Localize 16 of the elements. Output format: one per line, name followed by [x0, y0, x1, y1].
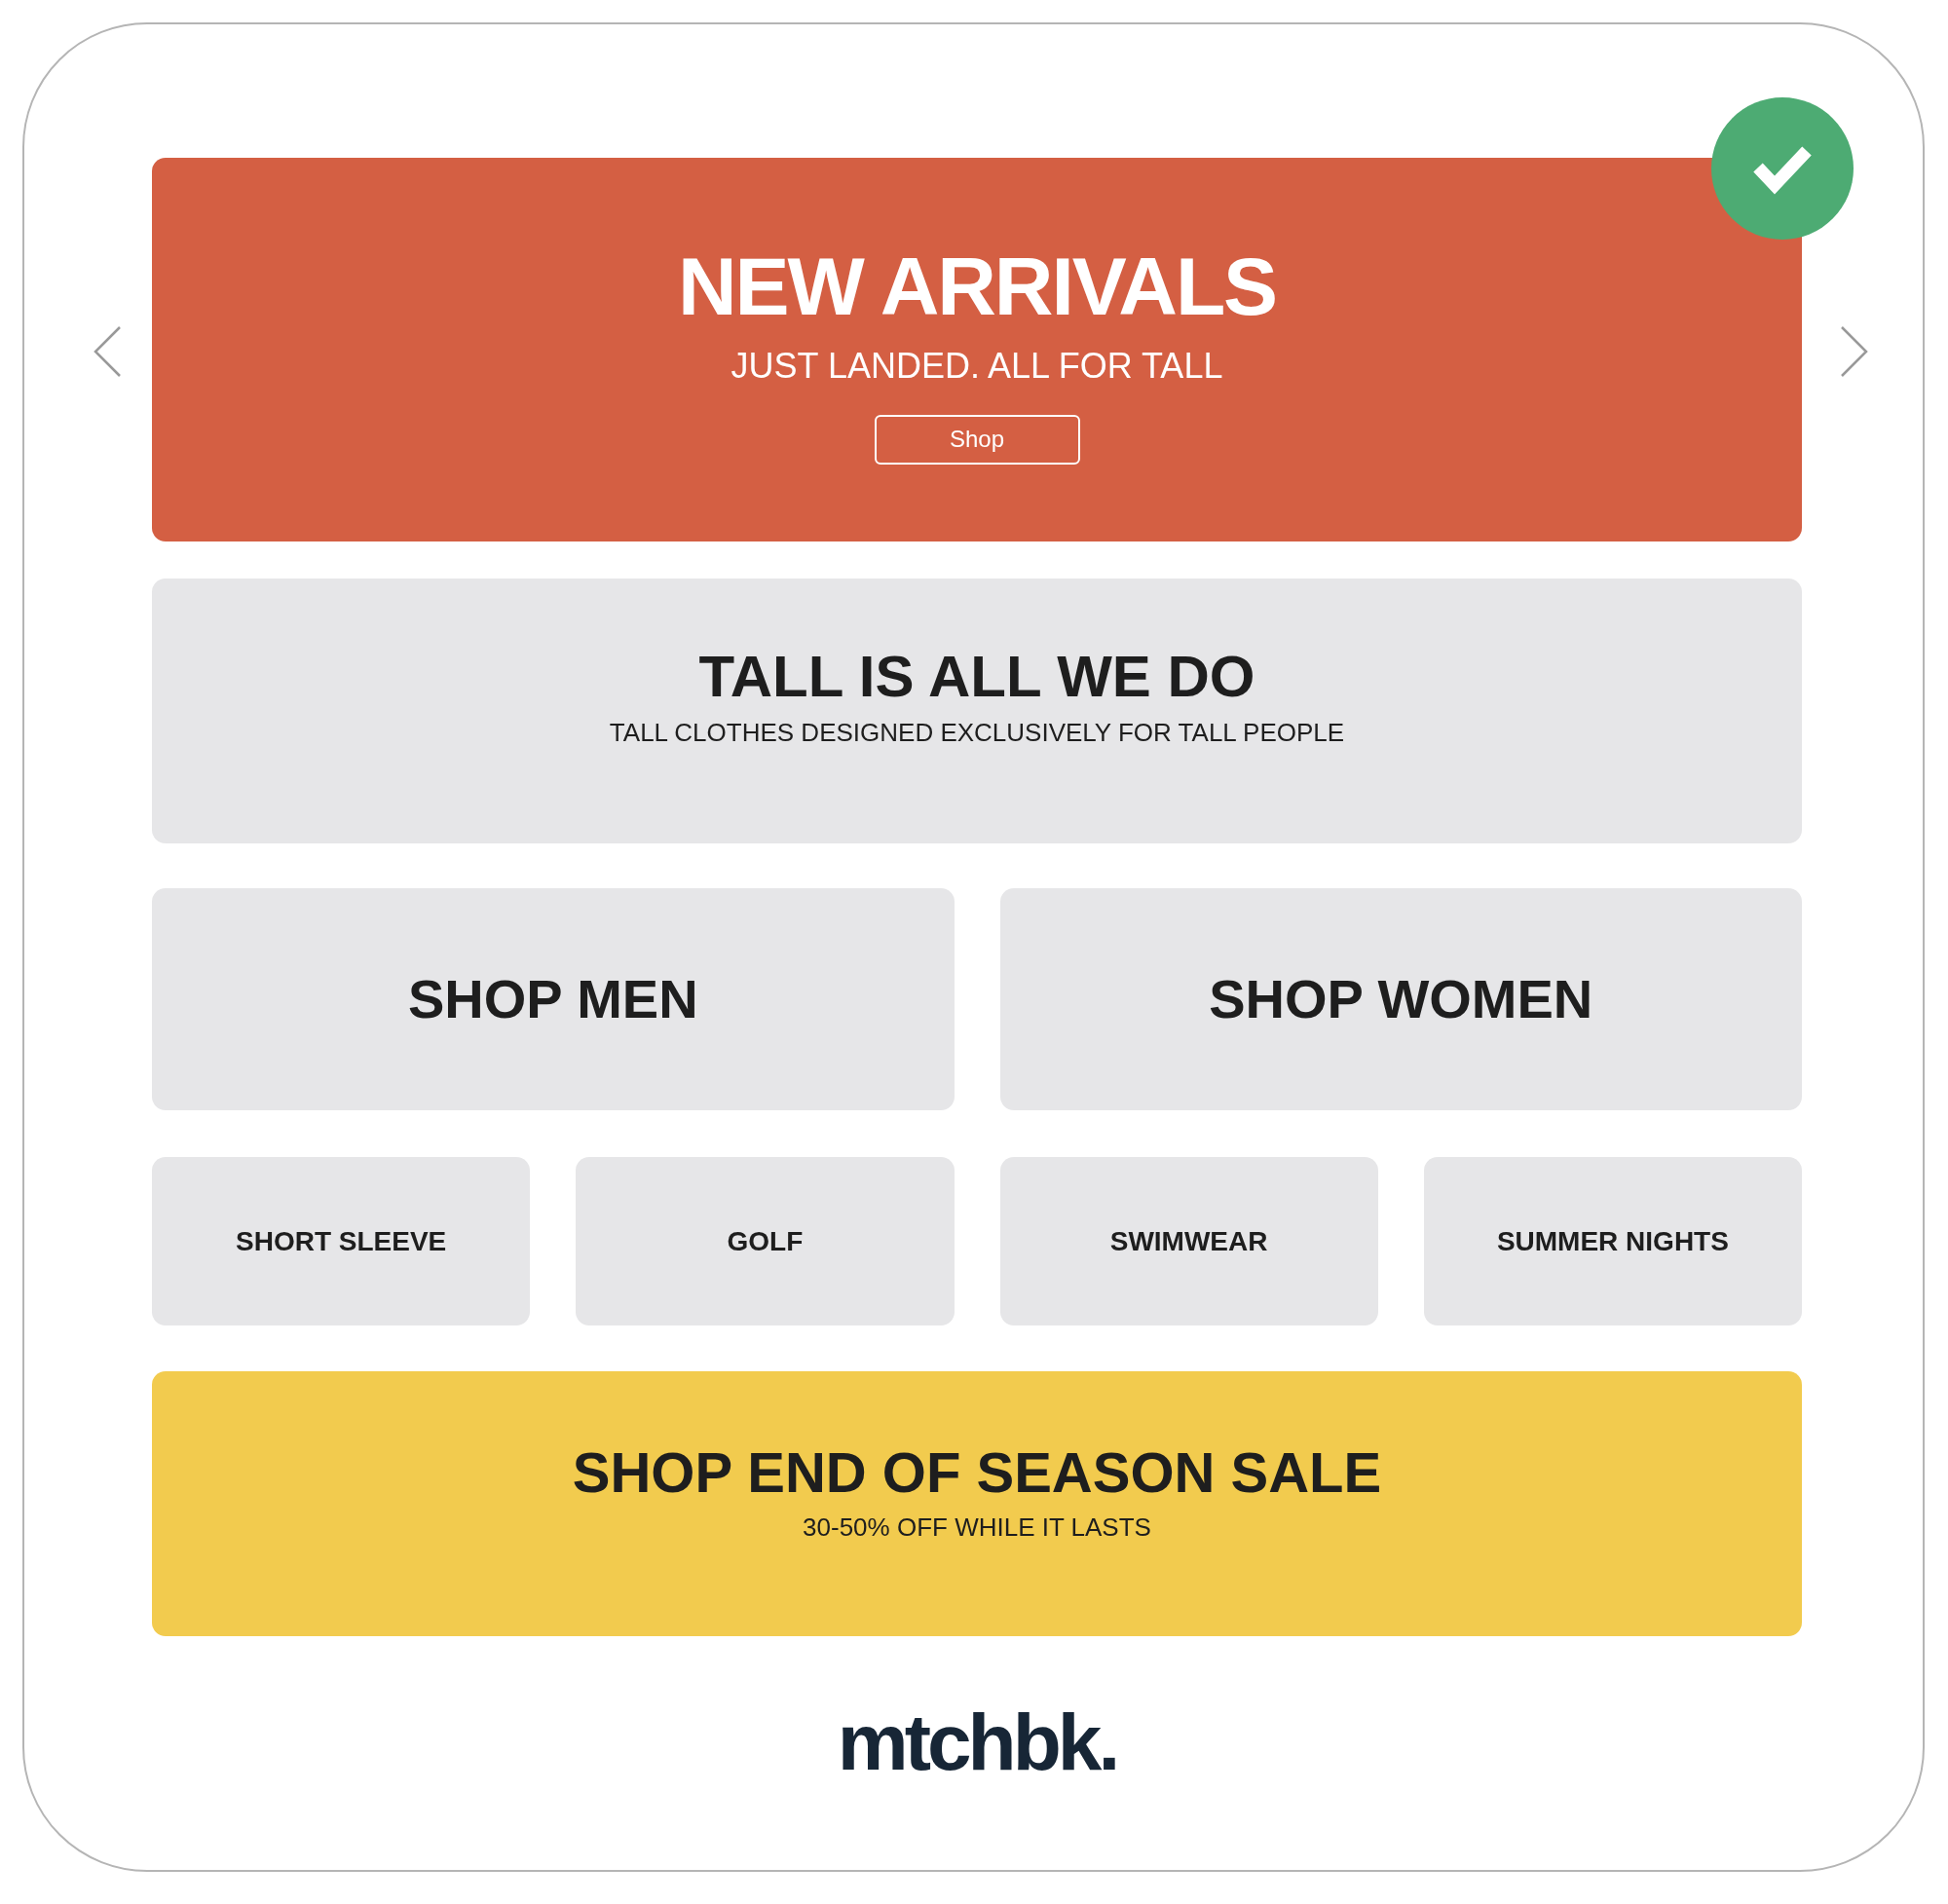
check-badge-icon — [1711, 97, 1854, 240]
hero-subtitle: JUST LANDED. ALL FOR TALL — [730, 348, 1223, 384]
category-link[interactable]: SHORT SLEEVE — [152, 1157, 531, 1325]
department-link[interactable]: SHOP MEN — [152, 888, 955, 1110]
brand-logo: mtchbk. — [837, 1702, 1117, 1782]
sale-subtitle: 30-50% OFF WHILE IT LASTS — [803, 1514, 1151, 1540]
category-link[interactable]: GOLF — [576, 1157, 955, 1325]
hero-title: NEW ARRIVALS — [677, 244, 1277, 327]
sale-title: SHOP END OF SEASON SALE — [572, 1444, 1382, 1501]
sale-banner[interactable]: SHOP END OF SEASON SALE 30-50% OFF WHILE IT LASTS — [152, 1371, 1802, 1636]
category-link[interactable]: SWIMWEAR — [999, 1157, 1378, 1325]
intro-subtitle: TALL CLOTHES DESIGNED EXCLUSIVELY FOR TALL PEOPLE — [609, 720, 1345, 745]
shop-button[interactable]: Shop — [874, 414, 1080, 465]
category-link[interactable]: SUMMER NIGHTS — [1423, 1157, 1802, 1325]
intro-title: TALL IS ALL WE DO — [698, 648, 1255, 706]
department-link[interactable]: SHOP WOMEN — [999, 888, 1802, 1110]
